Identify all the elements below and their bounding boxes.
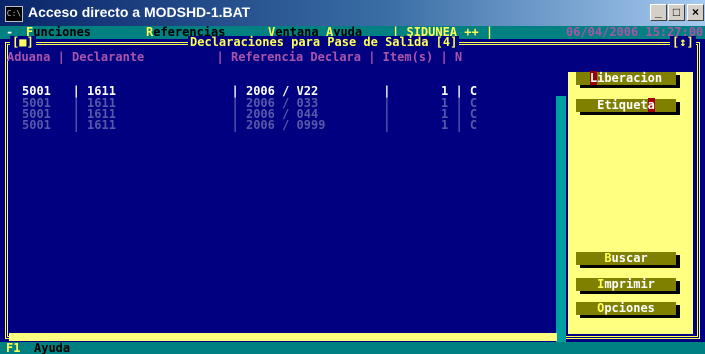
button-label: Etiquet: [597, 98, 648, 112]
maximize-button[interactable]: □: [668, 4, 685, 21]
close-button[interactable]: ×: [687, 4, 704, 21]
button-label: pciones: [604, 301, 655, 315]
console-icon[interactable]: C:\: [5, 6, 23, 22]
vertical-scrollbar[interactable]: [556, 96, 566, 354]
menu-funciones[interactable]: Funciones: [26, 26, 91, 39]
button-hotkey: B: [604, 251, 612, 265]
button-label: iberacion: [597, 71, 663, 85]
imprimir-button[interactable]: Imprimir: [576, 278, 676, 291]
button-label: uscar: [611, 251, 648, 265]
button-hotkey: L: [589, 71, 598, 85]
horizontal-scrollbar[interactable]: [9, 333, 557, 341]
status-help-label: Ayuda: [34, 341, 71, 354]
window-title: Acceso directo a MODSHD-1.BAT: [28, 4, 251, 20]
button-label: mprimir: [604, 277, 655, 291]
buscar-button[interactable]: Buscar: [576, 252, 676, 265]
minimize-button[interactable]: _: [650, 4, 667, 21]
action-panel: Liberacion Etiqueta Buscar Imprimir Opci…: [568, 71, 693, 334]
status-bar: F1 Ayuda: [0, 342, 705, 354]
table-header: Aduana | Declarante | Referencia Declara…: [7, 50, 463, 64]
liberacion-button[interactable]: Liberacion: [576, 71, 676, 85]
frame-close-marker[interactable]: [■]: [10, 36, 36, 49]
frame-title: Declaraciones para Pase de Salida [4]: [188, 35, 460, 49]
table-row[interactable]: 5001 | 1611 | 2006 / 0999 | 1 | C: [22, 119, 477, 131]
etiqueta-button[interactable]: Etiqueta: [576, 98, 676, 112]
status-help-key[interactable]: F1: [6, 342, 20, 354]
console-area: - Funciones Referencias Ventana Ayuda | …: [0, 26, 705, 354]
opciones-button[interactable]: Opciones: [576, 302, 676, 315]
window-title-bar[interactable]: C:\ Acceso directo a MODSHD-1.BAT _ □ ×: [0, 0, 705, 26]
button-hotkey: a: [647, 98, 655, 112]
frame-zoom-marker[interactable]: [↕]: [670, 36, 696, 49]
menu-label: unciones: [33, 26, 92, 39]
